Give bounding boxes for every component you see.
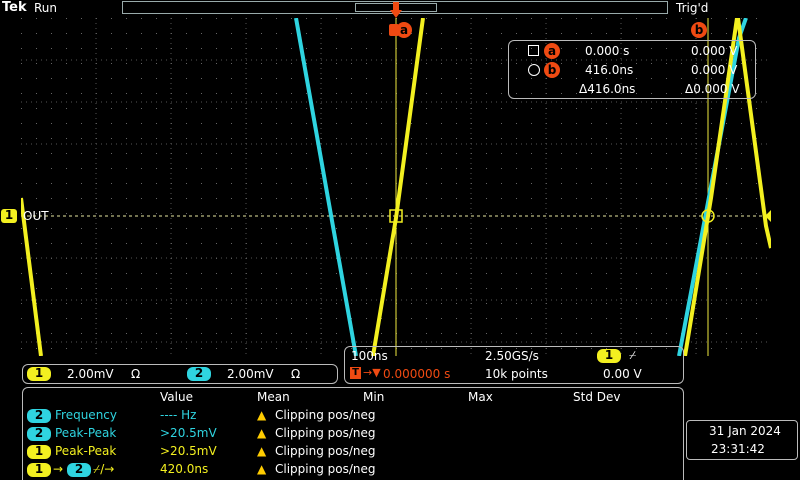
meas-value: >20.5mV — [160, 426, 217, 440]
datetime-box[interactable]: 31 Jan 2024 23:31:42 — [686, 420, 798, 460]
ground-label: OUT — [23, 209, 49, 223]
meas-status: Clipping pos/neg — [275, 462, 376, 476]
ch2-termination: Ω — [291, 367, 301, 381]
date: 31 Jan 2024 — [709, 424, 781, 438]
ch2-row-badge: 2 — [27, 427, 51, 441]
ch1-scale[interactable]: 2.00mV — [67, 367, 114, 381]
table-row[interactable]: 1 Peak-Peak >20.5mV ▲ Clipping pos/neg — [23, 444, 683, 462]
cursor-a-label[interactable]: a — [389, 22, 413, 38]
cursor-delta-volt: Δ0.000 V — [685, 82, 740, 96]
header-mean: Mean — [257, 390, 290, 404]
ch1-row-badge: 1 — [27, 463, 51, 477]
header-max: Max — [468, 390, 493, 404]
ch2-scale[interactable]: 2.00mV — [227, 367, 274, 381]
warning-icon: ▲ — [257, 444, 267, 458]
trigger-t-icon: T — [350, 367, 361, 379]
horizontal-info[interactable]: 100ns 2.50GS/s 1 ⌿ T →▼ 0.000000 s 10k p… — [344, 346, 684, 384]
header-min: Min — [363, 390, 385, 404]
marker-a-badge: a — [396, 22, 412, 38]
meas-name: Frequency — [55, 408, 117, 422]
header-value: Value — [160, 390, 193, 404]
meas-value: 420.0ns — [160, 462, 209, 476]
warning-icon: ▲ — [257, 408, 267, 422]
ch2-row-badge: 2 — [67, 463, 91, 477]
square-icon — [528, 45, 539, 56]
cursor-delta-time: Δ416.0ns — [579, 82, 636, 96]
cursor-delta-row: Δ416.0ns Δ0.000 V — [509, 81, 755, 99]
time: 23:31:42 — [711, 442, 765, 456]
cursor-a-row: a 0.000 s 0.000 V — [509, 43, 755, 61]
meas-status: Clipping pos/neg — [275, 444, 376, 458]
meas-value: >20.5mV — [160, 444, 217, 458]
table-row[interactable]: 1 → 2 ⌿/→ 420.0ns ▲ Clipping pos/neg — [23, 462, 683, 480]
ch1-badge[interactable]: 1 — [27, 367, 51, 381]
circle-icon — [528, 64, 540, 76]
trigger-status: Trig'd — [676, 1, 709, 15]
ch2-badge[interactable]: 2 — [187, 367, 211, 381]
marker-b-icon: b — [544, 62, 560, 78]
warning-icon: ▲ — [257, 462, 267, 476]
meas-name: Peak-Peak — [55, 444, 117, 458]
timebase[interactable]: 100ns — [351, 349, 388, 363]
run-status[interactable]: Run — [34, 1, 57, 15]
meas-status: Clipping pos/neg — [275, 408, 376, 422]
arrow-right-icon: → — [53, 462, 64, 476]
brand-logo: Tek — [2, 0, 27, 15]
ch2-row-badge: 2 — [27, 409, 51, 423]
meas-name: ⌿/→ — [93, 462, 115, 476]
channel-info[interactable]: 1 2.00mV Ω 2 2.00mV Ω — [22, 364, 338, 384]
ch1-termination: Ω — [131, 367, 141, 381]
marker-a-icon: a — [544, 43, 560, 59]
meas-name: Peak-Peak — [55, 426, 117, 440]
cursor-a-volt: 0.000 V — [691, 44, 738, 58]
record-length: 10k points — [485, 367, 548, 381]
meas-value: ---- Hz — [160, 408, 197, 422]
table-row[interactable]: 2 Peak-Peak >20.5mV ▲ Clipping pos/neg — [23, 426, 683, 444]
trigger-position-marker[interactable] — [389, 2, 403, 20]
trigger-slope-icon: ⌿ — [629, 348, 637, 362]
cursor-b-row: b 416.0ns 0.000 V — [509, 62, 755, 80]
ch1-ground-badge: 1 — [1, 209, 17, 223]
warning-icon: ▲ — [257, 426, 267, 440]
trigger-source-badge[interactable]: 1 — [597, 349, 621, 363]
table-row[interactable]: 2 Frequency ---- Hz ▲ Clipping pos/neg — [23, 408, 683, 426]
cursor-b-time: 416.0ns — [585, 63, 634, 77]
trigger-position[interactable]: 0.000000 s — [383, 367, 450, 381]
trigger-level[interactable]: 0.00 V — [603, 367, 642, 381]
marker-b-badge[interactable]: b — [691, 22, 707, 38]
header-std-dev: Std Dev — [573, 390, 621, 404]
trigger-arrow-icon: →▼ — [363, 366, 381, 379]
cursor-readout[interactable]: a 0.000 s 0.000 V b 416.0ns 0.000 V Δ416… — [508, 40, 756, 99]
meas-status: Clipping pos/neg — [275, 426, 376, 440]
cursor-a-time: 0.000 s — [585, 44, 630, 58]
sample-rate: 2.50GS/s — [485, 349, 539, 363]
ch1-row-badge: 1 — [27, 445, 51, 459]
measurement-table[interactable]: Value Mean Min Max Std Dev 2 Frequency -… — [22, 387, 684, 480]
cursor-b-volt: 0.000 V — [691, 63, 738, 77]
